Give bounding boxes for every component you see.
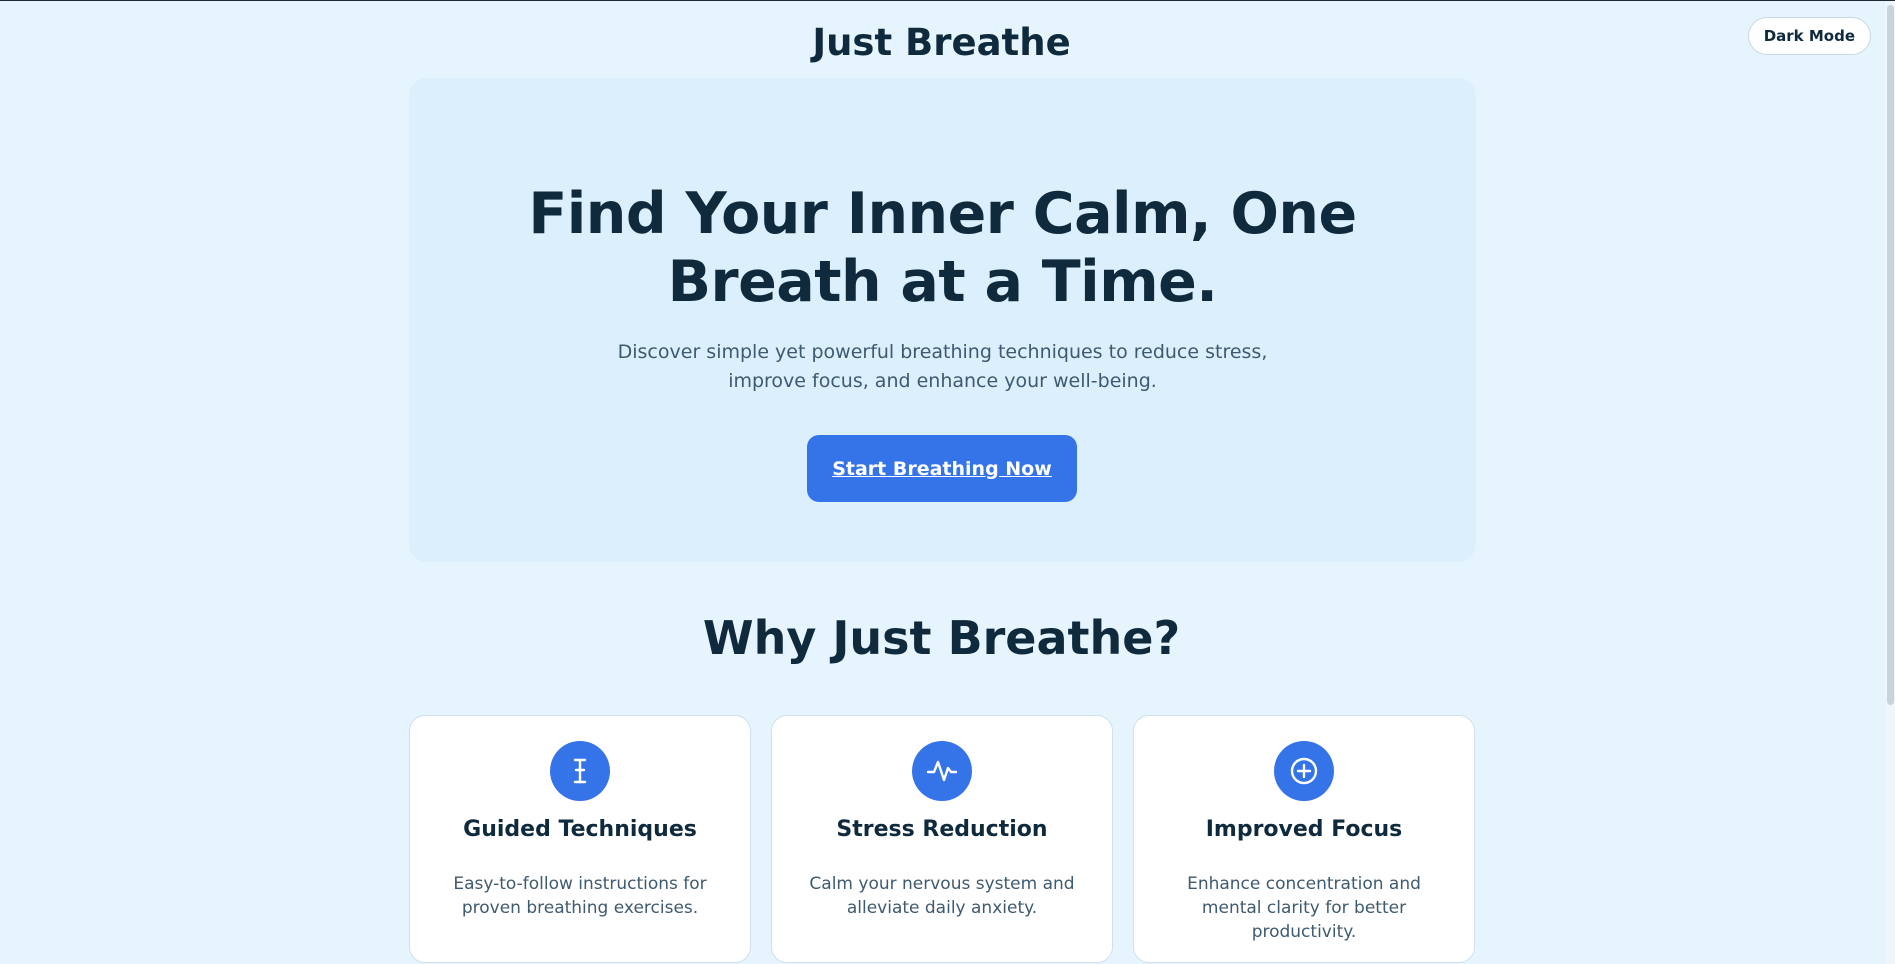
hero-section: Find Your Inner Calm, One Breath at a Ti… — [409, 78, 1476, 562]
site-title: Just Breathe — [812, 21, 1071, 64]
hero-subtitle: Discover simple yet powerful breathing t… — [617, 341, 1268, 392]
feature-card-title: Improved Focus — [1205, 817, 1403, 842]
start-breathing-button[interactable]: Start Breathing Now — [807, 435, 1077, 502]
feature-card-guided: Guided Techniques Easy-to-follow instruc… — [409, 715, 751, 963]
feature-card-title: Guided Techniques — [463, 817, 697, 842]
guided-icon — [550, 741, 610, 801]
feature-card-title: Stress Reduction — [836, 817, 1048, 842]
feature-card-stress: Stress Reduction Calm your nervous syste… — [771, 715, 1113, 963]
feature-card-description: Enhance concentration and mental clarity… — [1187, 874, 1421, 942]
features-title: Why Just Breathe? — [702, 611, 1181, 665]
scrollbar[interactable] — [1885, 1, 1895, 964]
feature-card-description: Calm your nervous system and alleviate d… — [809, 874, 1075, 918]
feature-card-focus: Improved Focus Enhance concentration and… — [1133, 715, 1475, 963]
plus-circle-icon — [1274, 741, 1334, 801]
hero-title: Find Your Inner Calm, One Breath at a Ti… — [528, 181, 1357, 315]
pulse-icon — [912, 741, 972, 801]
scrollbar-thumb[interactable] — [1887, 5, 1894, 705]
feature-card-description: Easy-to-follow instructions for proven b… — [453, 874, 707, 918]
